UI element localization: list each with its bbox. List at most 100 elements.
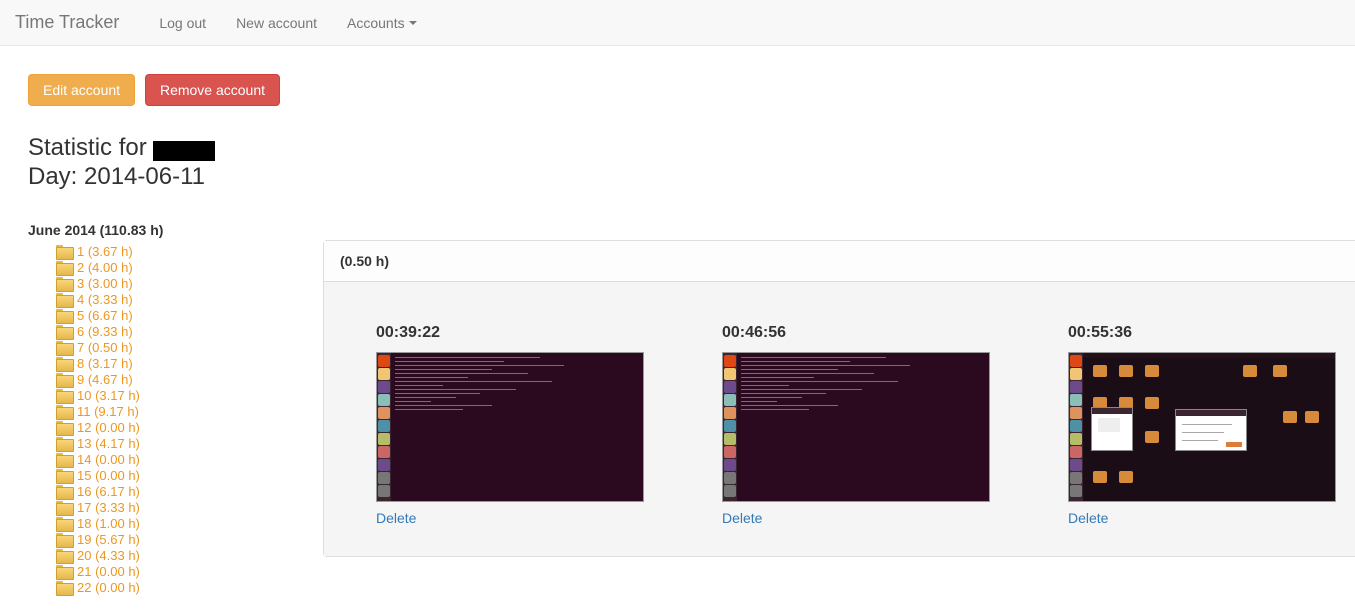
screenshot-thumbnail[interactable] [722,352,990,502]
day-link[interactable]: 19 (5.67 h) [77,532,140,548]
day-item: 11 (9.17 h) [56,404,323,420]
day-item: 15 (0.00 h) [56,468,323,484]
day-link[interactable]: 20 (4.33 h) [77,548,140,564]
folder-icon [56,405,72,418]
day-item: 22 (0.00 h) [56,580,323,596]
folder-icon [56,325,72,338]
day-item: 12 (0.00 h) [56,420,323,436]
day-item: 3 (3.00 h) [56,276,323,292]
folder-icon [56,549,72,562]
statistic-prefix: Statistic for [28,134,153,161]
day-link[interactable]: 1 (3.67 h) [77,244,133,260]
nav-new-account[interactable]: New account [221,1,332,45]
day-link[interactable]: 9 (4.67 h) [77,372,133,388]
folder-icon [56,533,72,546]
day-item: 13 (4.17 h) [56,436,323,452]
folder-icon [56,469,72,482]
screenshot-time: 00:55:36 [1068,324,1338,342]
delete-link[interactable]: Delete [722,510,762,526]
page-title: Statistic for Day: 2014-06-11 [28,134,1340,192]
folder-icon [56,453,72,466]
caret-down-icon [409,21,417,25]
day-link[interactable]: 16 (6.17 h) [77,484,140,500]
screenshot-card: 00:46:56 Delete [722,324,992,526]
screenshots-panel: (0.50 h) 00:39:22Delete00:46:56Delete00:… [323,240,1355,557]
folder-icon [56,389,72,402]
remove-account-button[interactable]: Remove account [145,74,280,106]
day-link[interactable]: 7 (0.50 h) [77,340,133,356]
day-link[interactable]: 15 (0.00 h) [77,468,140,484]
day-link[interactable]: 2 (4.00 h) [77,260,133,276]
screenshot-time: 00:39:22 [376,324,646,342]
top-navbar: Time Tracker Log out New account Account… [0,0,1355,46]
nav-list: Log out New account Accounts [144,1,431,45]
screenshot-card: 00:55:36 Delete [1068,324,1338,526]
day-list: 1 (3.67 h)2 (4.00 h)3 (3.00 h)4 (3.33 h)… [28,244,323,596]
folder-icon [56,485,72,498]
day-value: 2014-06-11 [84,163,205,190]
folder-icon [56,261,72,274]
folder-icon [56,373,72,386]
folder-icon [56,309,72,322]
day-item: 8 (3.17 h) [56,356,323,372]
folder-icon [56,293,72,306]
day-link[interactable]: 12 (0.00 h) [77,420,140,436]
day-item: 18 (1.00 h) [56,516,323,532]
edit-account-button[interactable]: Edit account [28,74,135,106]
screenshot-thumbnail[interactable] [376,352,644,502]
folder-icon [56,437,72,450]
day-item: 10 (3.17 h) [56,388,323,404]
day-item: 16 (6.17 h) [56,484,323,500]
screenshot-card: 00:39:22 Delete [376,324,646,526]
day-link[interactable]: 6 (9.33 h) [77,324,133,340]
folder-icon [56,581,72,594]
nav-accounts-dropdown[interactable]: Accounts [332,1,432,45]
day-link[interactable]: 21 (0.00 h) [77,564,140,580]
day-link[interactable]: 5 (6.67 h) [77,308,133,324]
nav-accounts-label: Accounts [347,15,405,31]
panel-heading: (0.50 h) [324,241,1355,282]
brand-link[interactable]: Time Tracker [15,12,134,33]
day-item: 9 (4.67 h) [56,372,323,388]
day-link[interactable]: 13 (4.17 h) [77,436,140,452]
day-item: 6 (9.33 h) [56,324,323,340]
day-item: 21 (0.00 h) [56,564,323,580]
folder-icon [56,341,72,354]
day-link[interactable]: 3 (3.00 h) [77,276,133,292]
panel-body: 00:39:22 Delete 00:46:56 Delete 00:55:36 Dele… [324,282,1355,556]
day-item: 7 (0.50 h) [56,340,323,356]
day-link[interactable]: 11 (9.17 h) [77,404,139,420]
action-buttons: Edit account Remove account [28,74,1340,106]
day-link[interactable]: 17 (3.33 h) [77,500,140,516]
day-link[interactable]: 18 (1.00 h) [77,516,140,532]
day-link[interactable]: 10 (3.17 h) [77,388,140,404]
nav-logout[interactable]: Log out [144,1,221,45]
delete-link[interactable]: Delete [376,510,416,526]
folder-icon [56,421,72,434]
day-link[interactable]: 22 (0.00 h) [77,580,140,596]
day-item: 5 (6.67 h) [56,308,323,324]
delete-link[interactable]: Delete [1068,510,1108,526]
day-item: 2 (4.00 h) [56,260,323,276]
day-item: 20 (4.33 h) [56,548,323,564]
day-link[interactable]: 8 (3.17 h) [77,356,133,372]
day-label: Day: [28,163,84,190]
day-item: 4 (3.33 h) [56,292,323,308]
sidebar: June 2014 (110.83 h) 1 (3.67 h)2 (4.00 h… [28,222,323,596]
day-item: 17 (3.33 h) [56,500,323,516]
content-row: June 2014 (110.83 h) 1 (3.67 h)2 (4.00 h… [28,222,1340,596]
screenshot-thumbnail[interactable] [1068,352,1336,502]
folder-icon [56,357,72,370]
month-title: June 2014 (110.83 h) [28,222,323,238]
folder-icon [56,501,72,514]
redacted-username [153,141,215,161]
day-link[interactable]: 14 (0.00 h) [77,452,140,468]
screenshot-time: 00:46:56 [722,324,992,342]
folder-icon [56,277,72,290]
day-item: 19 (5.67 h) [56,532,323,548]
folder-icon [56,565,72,578]
page-container: Edit account Remove account Statistic fo… [0,46,1355,611]
day-link[interactable]: 4 (3.33 h) [77,292,133,308]
day-item: 1 (3.67 h) [56,244,323,260]
day-item: 14 (0.00 h) [56,452,323,468]
